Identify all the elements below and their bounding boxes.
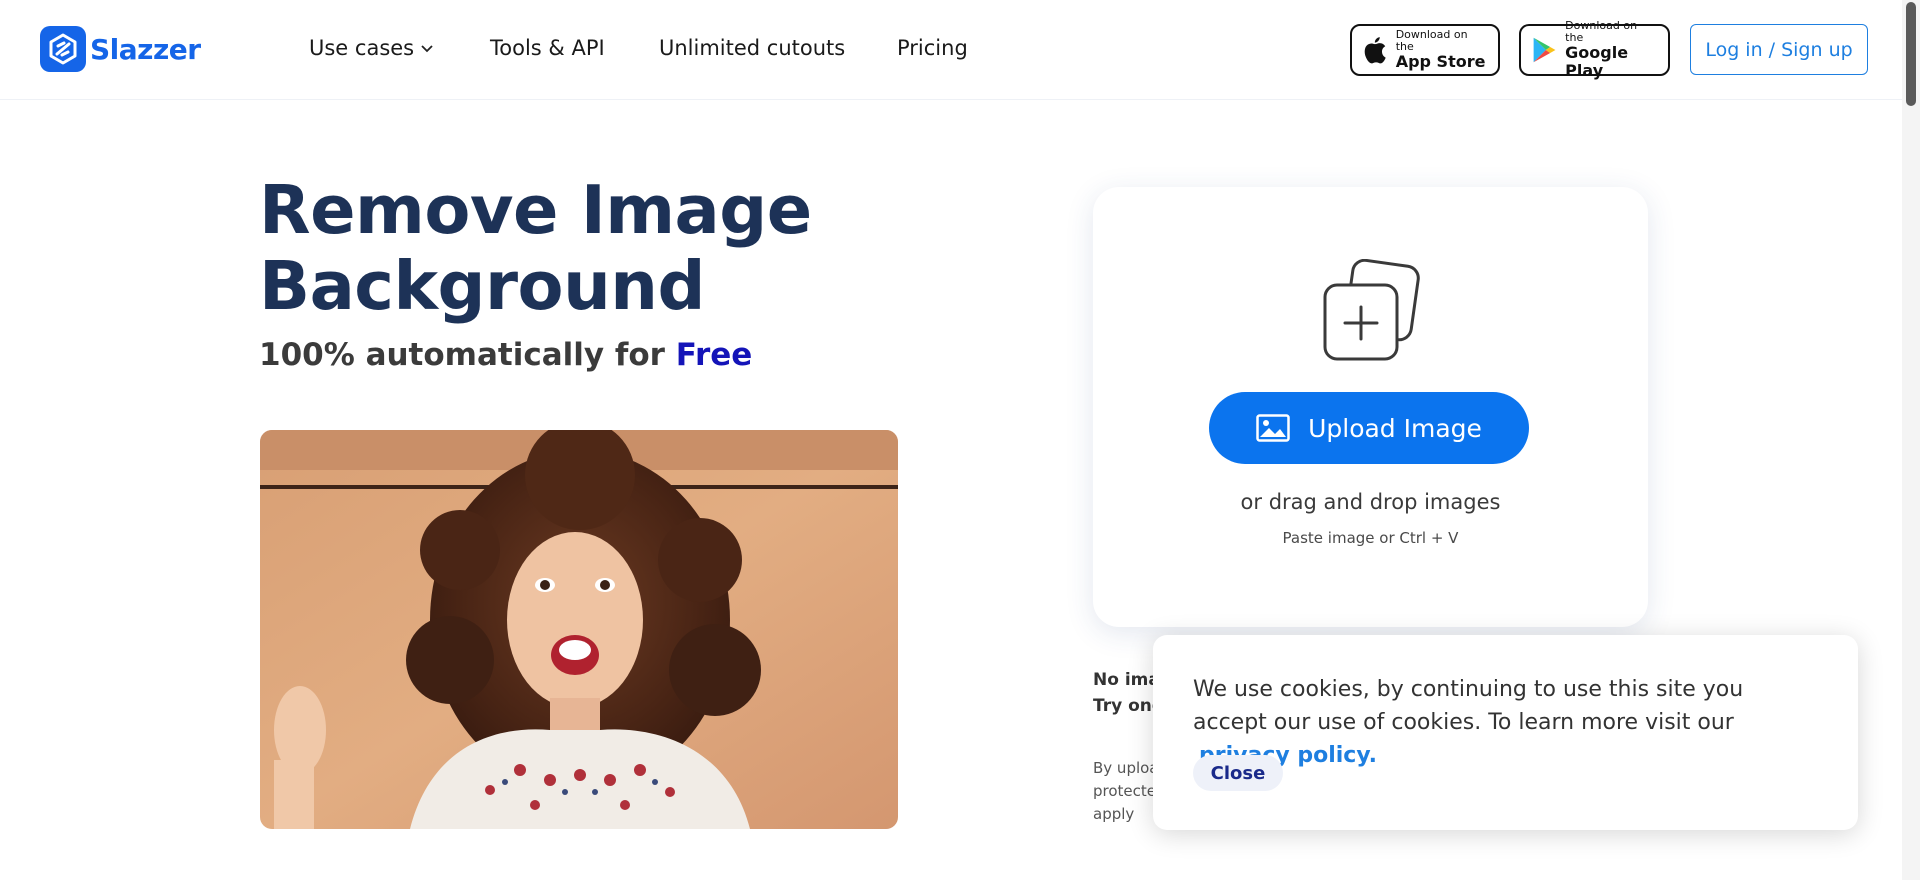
nav-use-cases-label: Use cases: [309, 36, 415, 60]
page-scrollbar[interactable]: [1902, 0, 1920, 880]
cookie-banner: We use cookies, by continuing to use thi…: [1153, 635, 1858, 830]
site-header: Slazzer Use cases Tools & API Unlimited …: [0, 0, 1902, 100]
nav-pricing[interactable]: Pricing: [897, 36, 968, 60]
add-image-icon: [1323, 259, 1420, 361]
image-icon: [1256, 414, 1290, 442]
hero-sample-photo: [260, 430, 898, 829]
slazzer-logo-icon: [40, 26, 86, 72]
nav-tools-api[interactable]: Tools & API: [490, 36, 605, 60]
hero-title: Remove Image Background: [259, 171, 812, 325]
app-store-small-text: Download on the: [1395, 28, 1468, 53]
nav-unlimited-cutouts-label: Unlimited cutouts: [659, 36, 846, 60]
app-store-big-text: App Store: [1395, 52, 1486, 71]
paste-hint-text: Paste image or Ctrl + V: [1282, 529, 1459, 547]
logo[interactable]: Slazzer: [40, 26, 201, 72]
google-play-small-text: Download on the: [1565, 19, 1638, 44]
nav-tools-api-label: Tools & API: [490, 36, 605, 60]
drag-drop-text: or drag and drop images: [1240, 490, 1501, 514]
cookie-message: We use cookies, by continuing to use thi…: [1193, 673, 1823, 772]
hero-subtitle-prefix: 100% automatically for: [259, 337, 665, 373]
upload-card[interactable]: Upload Image or drag and drop images Pas…: [1093, 187, 1648, 627]
no-image-text: No ima Try one: [1093, 667, 1153, 719]
cookie-text: We use cookies, by continuing to use thi…: [1193, 677, 1744, 735]
upload-image-label: Upload Image: [1308, 413, 1482, 443]
hero-subtitle-free: Free: [675, 337, 753, 373]
nav-use-cases[interactable]: Use cases: [309, 36, 434, 60]
logo-text: Slazzer: [90, 32, 201, 66]
app-store-button[interactable]: Download on the App Store: [1350, 24, 1500, 76]
chevron-down-icon: [421, 45, 433, 53]
google-play-icon: [1533, 37, 1556, 63]
scrollbar-thumb[interactable]: [1906, 2, 1916, 106]
google-play-big-text: Google Play: [1565, 43, 1629, 80]
no-image-line2: Try one: [1093, 696, 1153, 716]
google-play-button[interactable]: Download on the Google Play: [1519, 20, 1670, 80]
apple-icon: [1364, 37, 1386, 64]
nav-pricing-label: Pricing: [897, 36, 968, 60]
upload-image-button[interactable]: Upload Image: [1209, 392, 1529, 464]
login-signup-button[interactable]: Log in / Sign up: [1690, 24, 1868, 75]
hero-subtitle: 100% automatically for Free: [259, 337, 752, 373]
nav-unlimited-cutouts[interactable]: Unlimited cutouts: [659, 36, 845, 60]
cookie-close-button[interactable]: Close: [1193, 755, 1283, 791]
no-image-line1: No ima: [1093, 670, 1153, 690]
